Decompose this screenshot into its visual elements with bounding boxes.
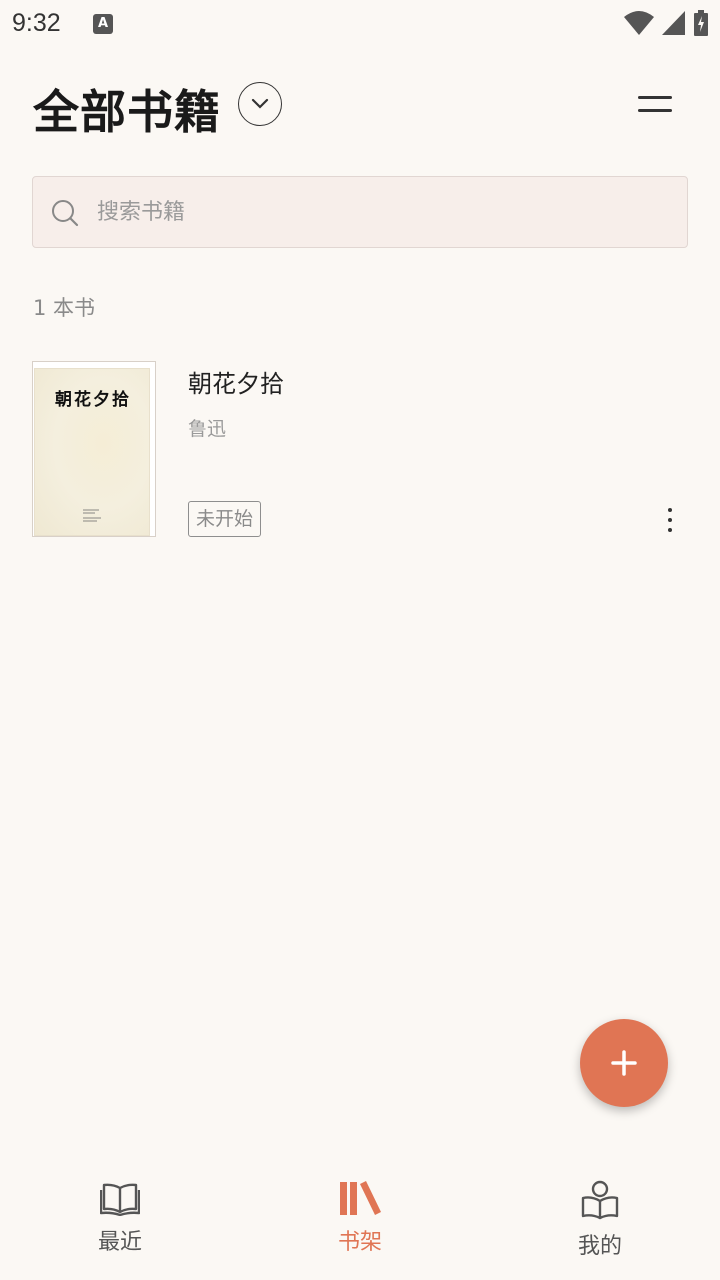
status-time: 9:32 bbox=[12, 9, 61, 37]
cover-art: 朝花夕拾 bbox=[34, 368, 150, 536]
bottom-navigation: 最近 书架 我的 bbox=[0, 1160, 720, 1280]
search-icon bbox=[52, 200, 79, 227]
more-options-button[interactable] bbox=[658, 506, 682, 534]
nav-item-recent[interactable]: 最近 bbox=[60, 1180, 180, 1270]
book-title: 朝花夕拾 bbox=[188, 370, 284, 398]
notification-icon: A bbox=[93, 14, 113, 34]
plus-icon bbox=[611, 1050, 637, 1076]
nav-item-bookshelf[interactable]: 书架 bbox=[300, 1180, 420, 1270]
battery-icon bbox=[694, 10, 708, 36]
book-cover[interactable]: 朝花夕拾 bbox=[32, 361, 156, 537]
page-title: 全部书籍 bbox=[33, 85, 221, 139]
bookshelf-icon bbox=[340, 1181, 381, 1215]
wifi-icon bbox=[624, 11, 654, 35]
nav-label-profile: 我的 bbox=[577, 1234, 622, 1259]
more-vertical-icon bbox=[668, 508, 672, 512]
search-bar[interactable] bbox=[32, 176, 688, 248]
add-book-button[interactable] bbox=[580, 1019, 668, 1107]
profile-reader-icon bbox=[581, 1180, 619, 1220]
nav-label-bookshelf: 书架 bbox=[337, 1230, 382, 1255]
cell-signal-icon bbox=[662, 11, 685, 35]
chevron-down-icon bbox=[251, 98, 269, 109]
book-author: 鲁迅 bbox=[188, 418, 227, 440]
nav-label-recent: 最近 bbox=[97, 1230, 142, 1255]
status-indicators bbox=[624, 10, 708, 36]
open-book-icon bbox=[100, 1183, 140, 1216]
book-count: 1 本书 bbox=[33, 296, 96, 320]
menu-icon-line bbox=[638, 109, 672, 112]
category-dropdown-button[interactable] bbox=[238, 82, 282, 126]
menu-button[interactable] bbox=[636, 90, 676, 120]
nav-item-profile[interactable]: 我的 bbox=[540, 1180, 660, 1270]
menu-icon bbox=[638, 96, 672, 99]
cover-publisher-mark bbox=[83, 509, 101, 522]
search-input[interactable] bbox=[95, 177, 675, 247]
reading-status-badge: 未开始 bbox=[188, 501, 262, 537]
cover-title: 朝花夕拾 bbox=[55, 390, 131, 410]
book-list-item[interactable]: 朝花夕拾 朝花夕拾 鲁迅 未开始 bbox=[32, 360, 692, 538]
status-bar: 9:32 A bbox=[0, 0, 720, 48]
